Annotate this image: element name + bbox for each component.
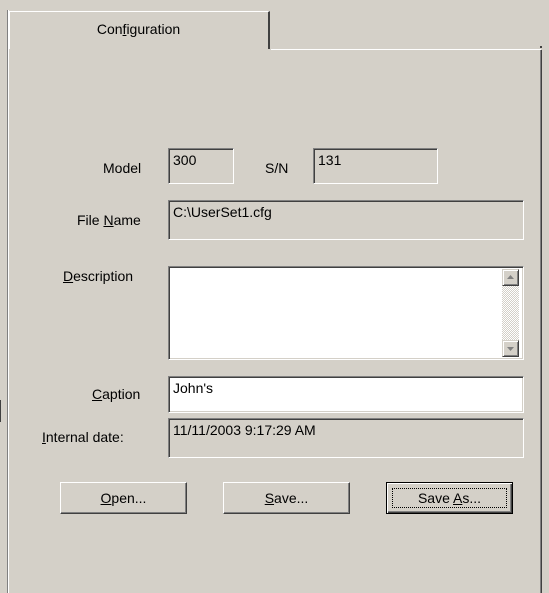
description-text[interactable] (171, 269, 501, 357)
file-name-field: C:\UserSet1.cfg (168, 200, 524, 240)
window-left-highlight (8, 10, 9, 593)
splitter-tick (0, 400, 1, 422)
description-textarea[interactable] (168, 266, 524, 360)
serial-number-field: 131 (313, 148, 438, 184)
tab-configuration-label: Configuration (96, 21, 181, 37)
window-right-dark-shadow (541, 50, 542, 593)
internal-date-label: Internal date: (42, 429, 124, 445)
open-button[interactable]: Open... (60, 482, 187, 514)
serial-number-label: S/N (265, 160, 289, 176)
tab-strip-line (271, 49, 541, 50)
scroll-down-arrow-icon[interactable] (502, 340, 519, 357)
description-label: Description (63, 268, 134, 284)
window-top-band (0, 0, 549, 10)
model-label: Model (103, 160, 142, 176)
caption-input[interactable]: John's (168, 376, 524, 413)
scroll-up-arrow-icon[interactable] (502, 269, 519, 286)
internal-date-field: 11/11/2003 9:17:29 AM (168, 418, 524, 458)
save-button[interactable]: Save... (223, 482, 350, 514)
description-scrollbar[interactable] (502, 269, 519, 357)
save-as-button[interactable]: Save As... (386, 482, 513, 514)
model-field: 300 (168, 148, 234, 184)
tab-strip-corner (540, 46, 542, 48)
file-name-label: File Name (77, 212, 141, 228)
caption-label: Caption (92, 386, 141, 402)
